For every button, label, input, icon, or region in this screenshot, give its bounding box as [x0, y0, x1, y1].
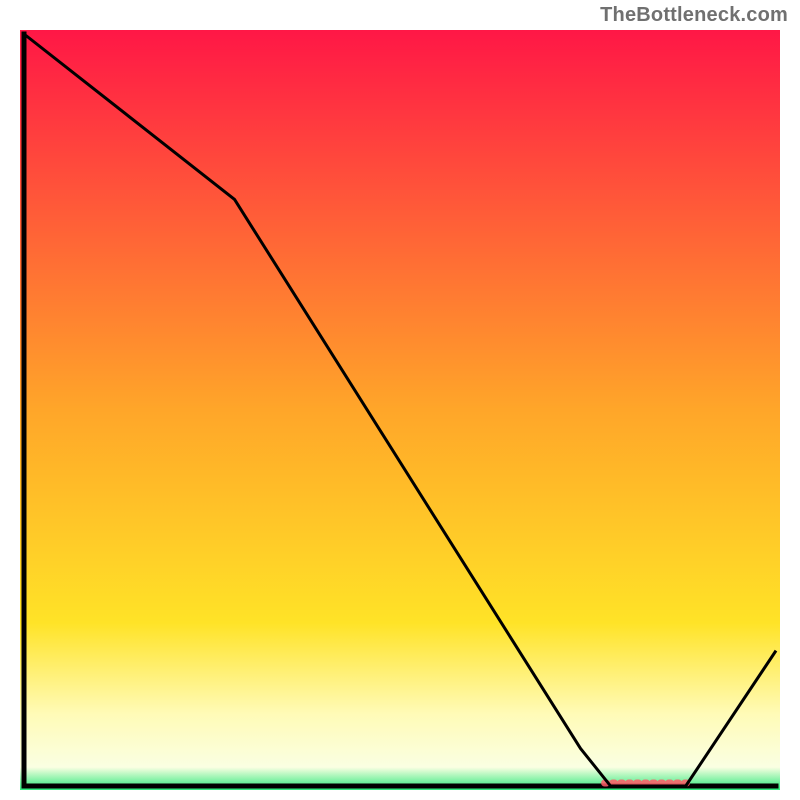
chart-container: TheBottleneck.com — [0, 0, 800, 800]
attribution-text: TheBottleneck.com — [600, 4, 788, 27]
chart-svg — [20, 30, 780, 790]
gradient-background — [20, 30, 780, 790]
plot-area — [20, 30, 780, 790]
